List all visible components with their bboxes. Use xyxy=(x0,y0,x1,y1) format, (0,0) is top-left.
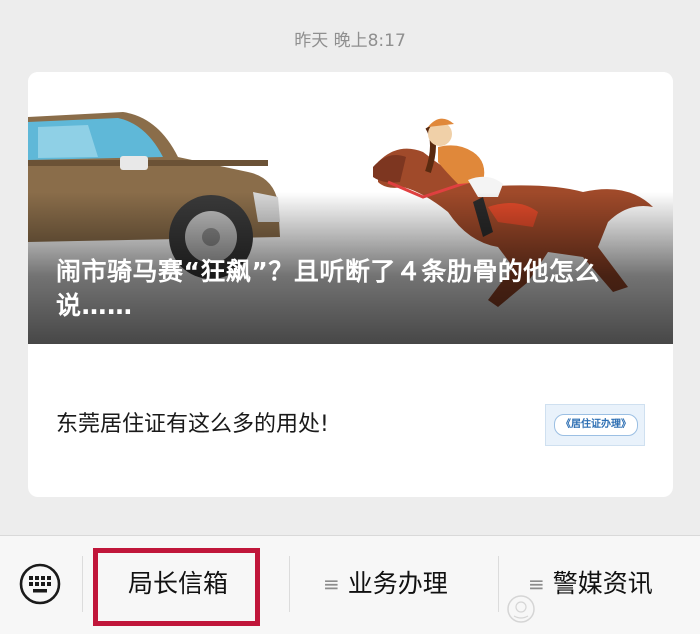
sub-article-thumbnail: 《居住证办理》 xyxy=(545,404,645,446)
highlight-annotation xyxy=(93,548,260,626)
police-emblem-watermark-icon xyxy=(507,595,535,623)
keyboard-icon xyxy=(19,563,61,605)
sub-article-title: 东莞居住证有这么多的用处! xyxy=(56,412,329,437)
message-timestamp: 昨天 晚上8:17 xyxy=(294,31,406,51)
keyboard-toggle-button[interactable] xyxy=(18,562,62,606)
menu-item-label: 业务办理 xyxy=(347,569,448,598)
menu-list-icon: ≡ xyxy=(323,572,340,596)
main-article[interactable]: 闹市骑马赛“狂飙”？且听断了４条肋骨的他怎么说…… xyxy=(28,72,673,344)
thumbnail-label: 《居住证办理》 xyxy=(554,414,638,436)
menu-item-label: 警媒资讯 xyxy=(552,569,653,598)
menu-divider xyxy=(82,556,83,612)
menu-item-services[interactable]: ≡ 业务办理 xyxy=(323,564,448,604)
menu-divider xyxy=(289,556,290,612)
menu-divider xyxy=(498,556,499,612)
main-article-title: 闹市骑马赛“狂飙”？且听断了４条肋骨的他怎么说…… xyxy=(56,257,600,320)
article-card[interactable]: 闹市骑马赛“狂飙”？且听断了４条肋骨的他怎么说…… 东莞居住证有这么多的用处! … xyxy=(28,72,673,497)
menu-item-news[interactable]: ≡ 警媒资讯 xyxy=(528,564,653,604)
sub-article[interactable]: 东莞居住证有这么多的用处! 《居住证办理》 xyxy=(28,344,673,497)
